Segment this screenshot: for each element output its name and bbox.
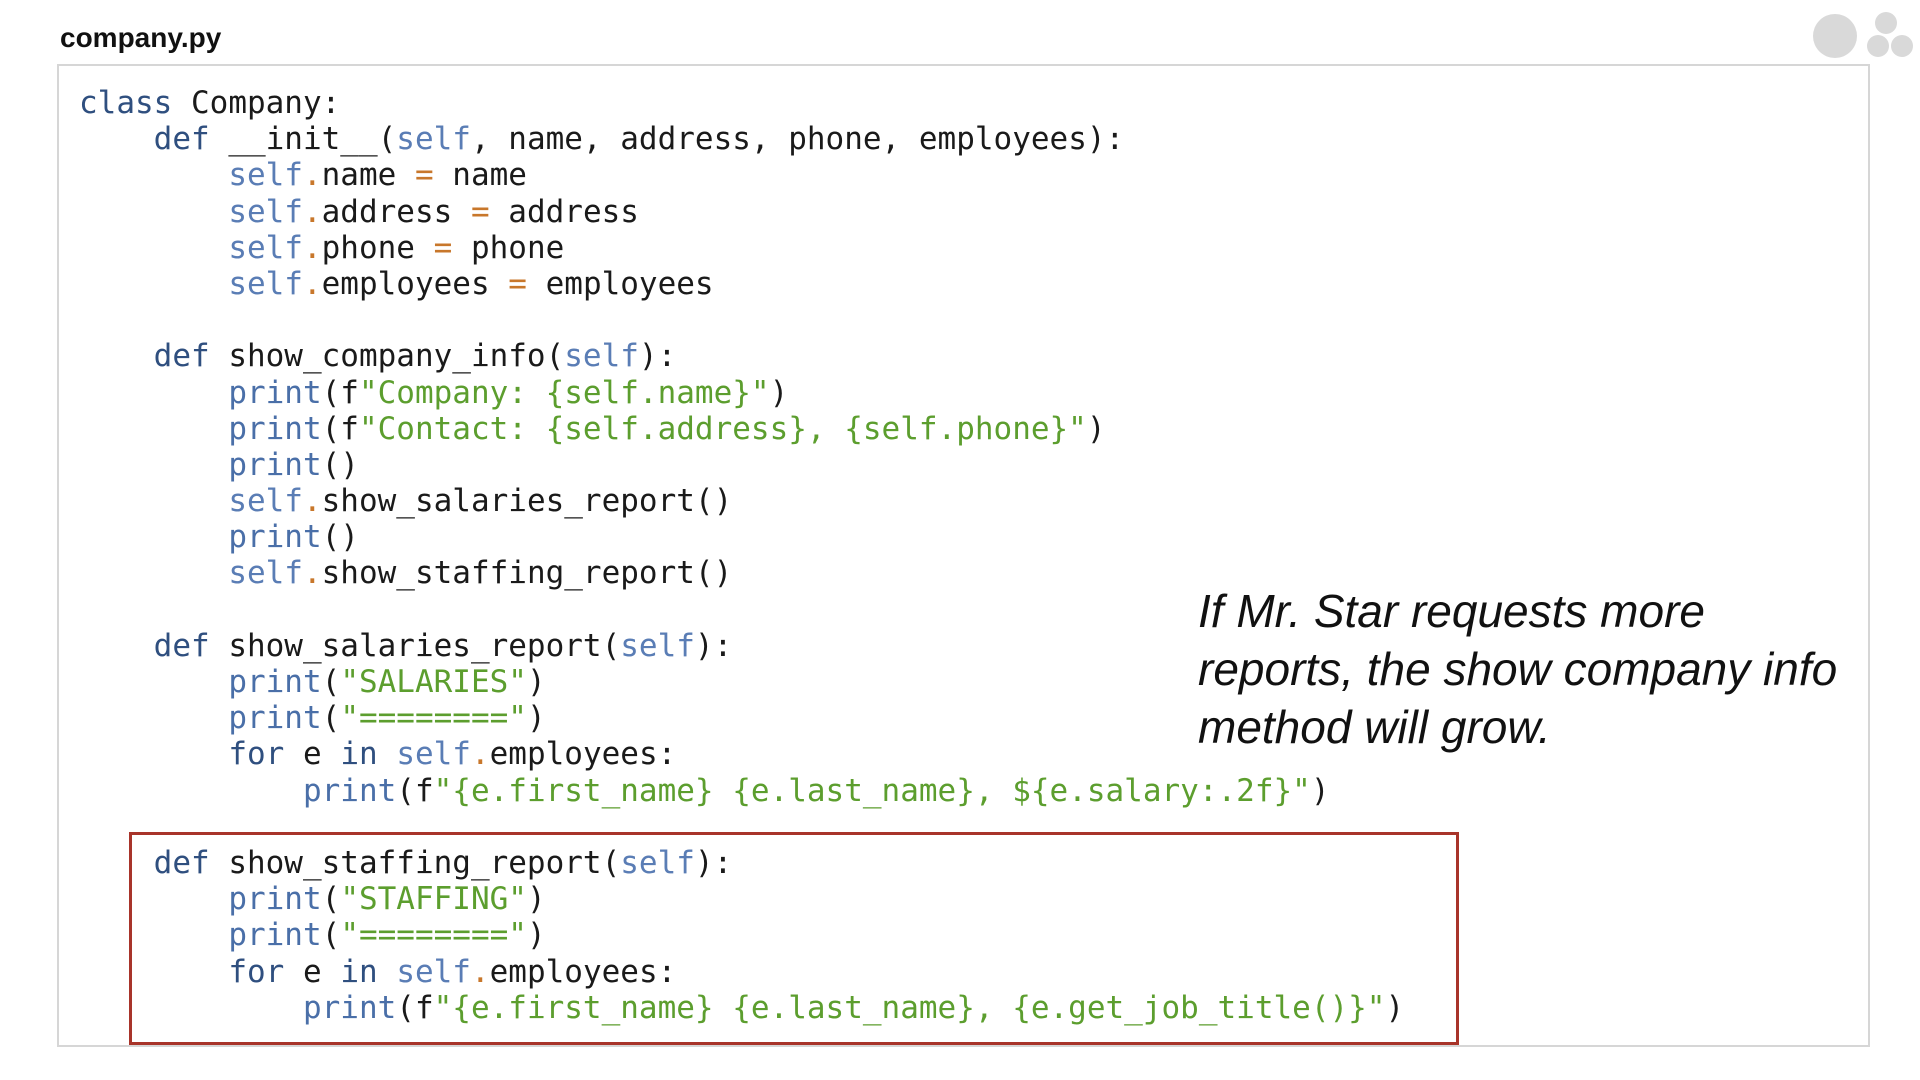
builtin-token: print <box>228 374 322 411</box>
method-call-token: show_staffing_report() <box>321 555 733 592</box>
keyword-token: def <box>153 627 210 664</box>
builtin-token: print <box>228 410 322 447</box>
operator-token: . <box>302 193 322 230</box>
punctuation-token: ): <box>694 627 733 664</box>
identifier-token: employees <box>321 265 509 302</box>
annotation-note: If Mr. Star requests more reports, the s… <box>1198 585 1838 753</box>
builtin-token: print <box>228 664 322 700</box>
self-token: self <box>620 627 695 664</box>
circle-dots-icon <box>1805 10 1920 70</box>
keyword-token: def <box>153 121 210 158</box>
code-line: def show_company_info(self): <box>79 338 1404 374</box>
highlight-box <box>129 832 1459 1045</box>
code-line: self.address = address <box>79 194 1404 230</box>
operator-token: . <box>302 483 322 520</box>
operator-token: . <box>470 736 490 773</box>
identifier-token: name <box>321 157 415 194</box>
code-line: print(f"Company: {self.name}") <box>79 375 1404 411</box>
code-line: def __init__(self, name, address, phone,… <box>79 121 1404 157</box>
self-token: self <box>228 157 303 194</box>
punctuation-token: ) <box>769 374 789 411</box>
operator-token: . <box>302 157 322 194</box>
small-dot <box>1891 35 1913 57</box>
operator-token: . <box>302 555 322 592</box>
self-token: self <box>564 338 639 375</box>
operator-token: . <box>302 229 322 266</box>
code-line: print() <box>79 447 1404 483</box>
self-token: self <box>228 483 303 520</box>
operator-token: . <box>302 265 322 302</box>
method-signature-token: __init__( <box>209 121 397 158</box>
code-line: class Company: <box>79 85 1404 121</box>
punctuation-token: (f <box>321 410 359 447</box>
code-line: self.name = name <box>79 157 1404 193</box>
string-token: "{e.first_name} {e.last_name}, ${e.salar… <box>433 772 1311 809</box>
builtin-token: print <box>228 519 322 556</box>
punctuation-token: ) <box>1086 410 1106 447</box>
identifier-token: name <box>433 157 527 194</box>
builtin-token: print <box>228 446 322 483</box>
code-line: print(f"Contact: {self.address}, {self.p… <box>79 411 1404 447</box>
operator-token: = <box>414 157 434 194</box>
large-dot <box>1813 14 1857 58</box>
self-token: self <box>396 736 471 773</box>
keyword-token: in <box>340 736 378 773</box>
operator-token: = <box>433 229 453 266</box>
keyword-token: for <box>228 736 285 773</box>
self-token: self <box>396 121 471 158</box>
method-signature-token: show_company_info( <box>209 338 565 375</box>
method-call-token: show_salaries_report() <box>321 483 733 520</box>
identifier-token: address <box>321 193 471 230</box>
code-line: self.phone = phone <box>79 230 1404 266</box>
punctuation-token: () <box>321 519 359 556</box>
file-title: company.py <box>60 22 222 53</box>
string-token: "SALARIES" <box>340 664 527 700</box>
string-token: "Company: {self.name}" <box>358 374 770 411</box>
identifier-token: employees <box>526 265 714 302</box>
self-token: self <box>228 555 303 592</box>
operator-token: = <box>508 265 527 302</box>
punctuation-token: (f <box>321 374 359 411</box>
builtin-token: print <box>302 772 397 809</box>
method-signature-token: show_salaries_report( <box>209 627 621 664</box>
self-token: self <box>228 193 303 230</box>
string-token: "========" <box>340 700 527 737</box>
punctuation-token: () <box>321 446 359 483</box>
identifier-token: phone <box>321 229 434 266</box>
operator-token: = <box>470 193 490 230</box>
identifier-token: employees: <box>489 736 677 773</box>
class-name-token: Company: <box>172 85 341 121</box>
punctuation-token: ( <box>321 664 341 700</box>
self-token: self <box>228 229 303 266</box>
punctuation-token: ( <box>321 700 341 737</box>
identifier-token: address <box>489 193 639 230</box>
code-line: print() <box>79 519 1404 555</box>
code-line: self.show_salaries_report() <box>79 483 1404 519</box>
keyword-token: class <box>79 85 173 121</box>
builtin-token: print <box>228 700 322 737</box>
punctuation-token: ) <box>526 700 546 737</box>
self-token: self <box>228 265 303 302</box>
punctuation-token: ): <box>638 338 677 375</box>
method-signature-token: , name, address, phone, employees): <box>470 121 1125 158</box>
punctuation-token: (f <box>396 772 434 809</box>
identifier-token: e <box>284 736 341 773</box>
punctuation-token: ) <box>526 664 546 700</box>
small-dot <box>1875 12 1897 34</box>
code-line: print(f"{e.first_name} {e.last_name}, ${… <box>79 773 1404 809</box>
code-line: self.employees = employees <box>79 266 1404 302</box>
punctuation-token: ) <box>1310 772 1330 809</box>
identifier-token: phone <box>452 229 565 266</box>
small-dot <box>1867 35 1889 57</box>
string-token: "Contact: {self.address}, {self.phone}" <box>358 410 1087 447</box>
keyword-token: def <box>153 338 210 375</box>
